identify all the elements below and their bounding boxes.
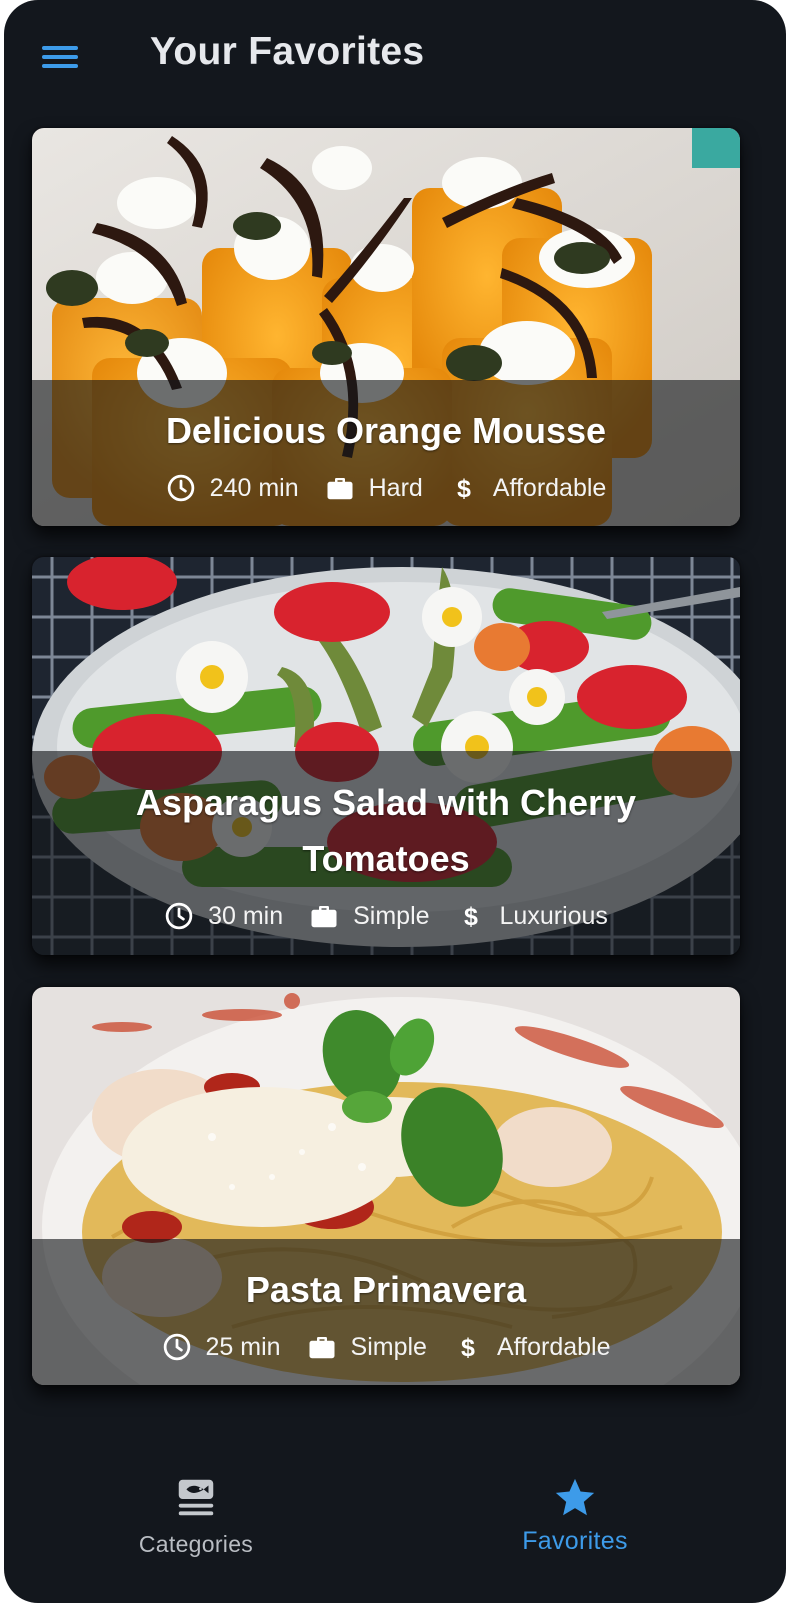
page-title: Your Favorites <box>150 30 425 73</box>
duration: 30 min <box>164 901 283 931</box>
complexity-text: Hard <box>368 473 423 502</box>
duration-text: 240 min <box>209 473 299 502</box>
recipe-card[interactable]: Pasta Primavera 25 min Simple $ Affordab… <box>32 987 740 1385</box>
svg-text:$: $ <box>464 903 478 931</box>
svg-text:$: $ <box>461 1334 475 1362</box>
briefcase-icon <box>309 901 339 931</box>
recipe-meta: 240 min Hard $ Affordable <box>166 473 607 503</box>
affordability-text: Luxurious <box>499 901 608 930</box>
hamburger-menu-icon[interactable] <box>40 40 80 74</box>
complexity: Simple <box>307 1332 427 1362</box>
affordability: $ Affordable <box>453 1332 611 1362</box>
food-set-meal-icon <box>173 1475 219 1521</box>
complexity: Simple <box>309 901 430 931</box>
recipe-overlay: Pasta Primavera 25 min Simple $ Affordab… <box>32 1239 740 1385</box>
app-bar: Your Favorites <box>4 0 786 116</box>
bottom-navigation: Categories Favorites <box>4 1453 786 1603</box>
recipe-overlay: Asparagus Salad with Cherry Tomatoes 30 … <box>32 751 740 955</box>
nav-label-favorites: Favorites <box>522 1527 628 1555</box>
star-icon <box>552 1475 598 1521</box>
recipe-meta: 25 min Simple $ Affordable <box>162 1332 611 1362</box>
duration: 25 min <box>162 1332 281 1362</box>
complexity: Hard <box>325 473 423 503</box>
nav-item-favorites[interactable]: Favorites <box>465 1475 685 1556</box>
recipe-card[interactable]: Asparagus Salad with Cherry Tomatoes 30 … <box>32 557 740 955</box>
clock-icon <box>164 901 194 931</box>
recipe-title: Asparagus Salad with Cherry Tomatoes <box>135 782 637 879</box>
dollar-icon: $ <box>453 1332 483 1362</box>
dollar-icon: $ <box>456 901 486 931</box>
complexity-text: Simple <box>350 1332 427 1361</box>
nav-label-categories: Categories <box>138 1531 254 1557</box>
app-screen: Your Favorites Delicious Orange Mousse 2… <box>4 0 786 1603</box>
recipe-meta: 30 min Simple $ Luxurious <box>164 901 608 931</box>
duration-text: 25 min <box>205 1332 281 1361</box>
briefcase-icon <box>325 473 355 503</box>
recipe-title: Delicious Orange Mousse <box>165 410 607 451</box>
svg-text:$: $ <box>457 475 471 503</box>
dollar-icon: $ <box>449 473 479 503</box>
recipe-card[interactable]: Delicious Orange Mousse 240 min Hard $ A… <box>32 128 740 526</box>
affordability: $ Luxurious <box>456 901 608 931</box>
affordability-text: Affordable <box>496 1332 611 1361</box>
clock-icon <box>166 473 196 503</box>
affordability-text: Affordable <box>492 473 607 502</box>
duration: 240 min <box>166 473 299 503</box>
clock-icon <box>162 1332 192 1362</box>
affordability: $ Affordable <box>449 473 607 503</box>
nav-item-categories[interactable]: Categories <box>86 1475 306 1558</box>
briefcase-icon <box>307 1332 337 1362</box>
complexity-text: Simple <box>353 901 430 930</box>
recipe-overlay: Delicious Orange Mousse 240 min Hard $ A… <box>32 380 740 526</box>
recipe-title: Pasta Primavera <box>245 1269 527 1310</box>
duration-text: 30 min <box>208 901 284 930</box>
